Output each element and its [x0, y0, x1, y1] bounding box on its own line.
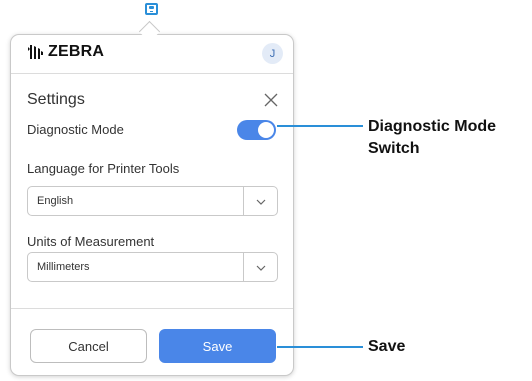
save-button[interactable]: Save	[159, 329, 276, 363]
language-select[interactable]: English	[27, 186, 278, 216]
language-label: Language for Printer Tools	[27, 161, 180, 176]
diagnostic-mode-label: Diagnostic Mode	[27, 122, 124, 137]
zebra-logo: ZEBRA	[27, 43, 104, 61]
diagnostic-mode-switch[interactable]	[237, 120, 276, 140]
language-value: English	[37, 195, 74, 207]
zebra-head-icon	[28, 45, 43, 59]
diagnostic-callout-line1: Diagnostic Mode	[368, 118, 497, 135]
units-label: Units of Measurement	[27, 234, 155, 249]
close-icon[interactable]	[263, 92, 279, 108]
select-divider	[243, 187, 244, 215]
select-divider	[243, 253, 244, 281]
diagnostic-callout-label: Diagnostic Mode Switch	[368, 116, 496, 160]
diagnostic-callout-line	[277, 125, 363, 127]
avatar[interactable]: J	[262, 43, 283, 64]
switch-knob	[258, 122, 274, 138]
footer-divider	[11, 308, 293, 309]
save-callout-label: Save	[368, 338, 406, 355]
units-value: Millimeters	[37, 261, 90, 273]
chevron-down-icon[interactable]	[255, 196, 267, 208]
settings-popup: ZEBRA J Settings Diagnostic Mode Languag…	[10, 34, 294, 376]
diagnostic-callout-line2: Switch	[368, 140, 420, 157]
chevron-down-icon[interactable]	[255, 262, 267, 274]
popup-header: ZEBRA J	[11, 35, 293, 74]
printer-tray-icon[interactable]	[145, 3, 158, 15]
logo-text: ZEBRA	[48, 43, 105, 60]
page-title: Settings	[27, 91, 85, 108]
cancel-button[interactable]: Cancel	[30, 329, 147, 363]
save-callout-line	[277, 346, 363, 348]
units-select[interactable]: Millimeters	[27, 252, 278, 282]
avatar-initial: J	[269, 47, 276, 60]
